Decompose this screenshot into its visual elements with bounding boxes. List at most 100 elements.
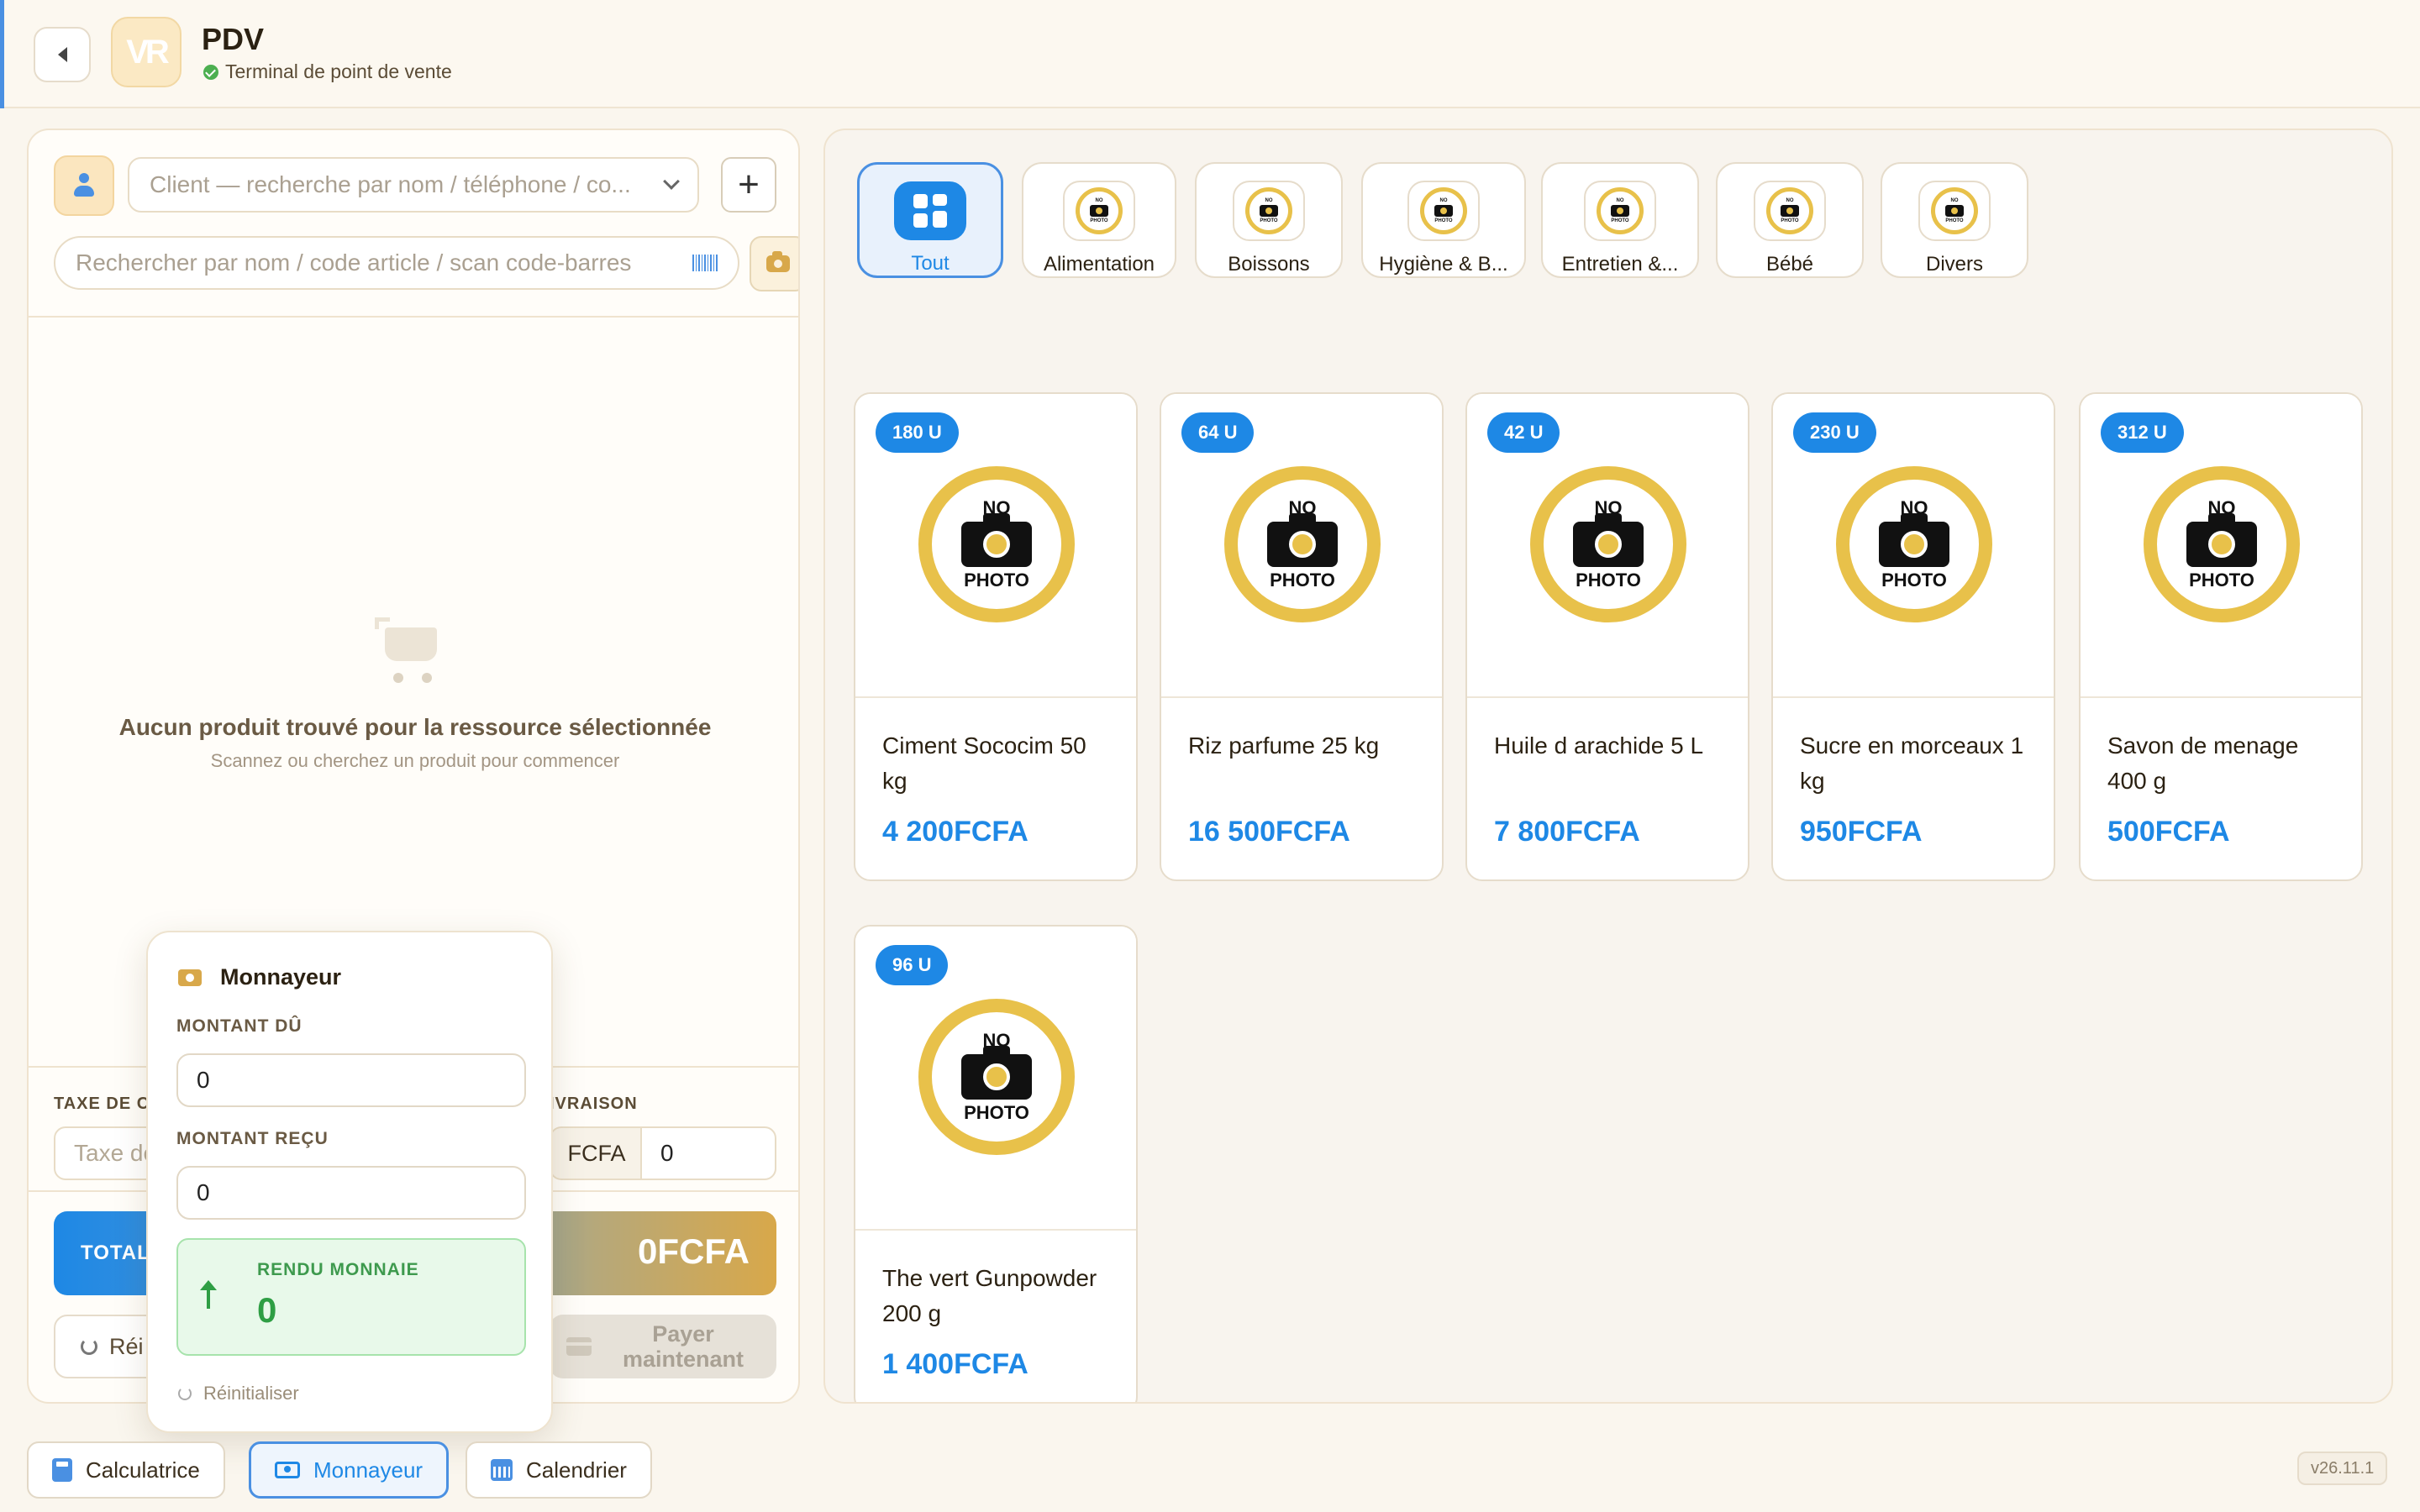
camera-scan-button[interactable]	[750, 236, 798, 291]
arrow-up-icon	[200, 1280, 217, 1309]
product-name: Savon de menage 400 g	[2107, 732, 2299, 794]
amount-due-label: MONTANT DÛ	[176, 1016, 302, 1036]
calculator-button[interactable]: Calculatrice	[27, 1441, 225, 1499]
product-card[interactable]: 96 U NO PHOTO The vert Gunpowder 200 g 1 400…	[854, 925, 1138, 1402]
grid-icon	[894, 181, 966, 240]
category-tab-label: Tout	[911, 252, 950, 275]
product-search-input[interactable]: Rechercher par nom / code article / scan…	[54, 236, 739, 290]
barcode-icon	[692, 255, 718, 271]
stock-badge: 312 U	[2101, 412, 2184, 453]
popup-reset-button[interactable]: Réinitialiser	[178, 1383, 299, 1404]
category-tab[interactable]: NO PHOTO Entretien &...	[1541, 162, 1699, 278]
product-image: 180 U NO PHOTO	[855, 394, 1136, 698]
client-select[interactable]: Client — recherche par nom / téléphone /…	[128, 157, 699, 213]
camera-icon	[766, 251, 790, 272]
category-tab[interactable]: NO PHOTO Divers	[1881, 162, 2028, 278]
search-placeholder: Rechercher par nom / code article / scan…	[76, 249, 632, 276]
person-icon	[74, 173, 94, 198]
amount-due-input[interactable]: 0	[176, 1053, 526, 1107]
pay-now-button[interactable]: Payer maintenant	[550, 1315, 776, 1378]
empty-cart-title: Aucun produit trouvé pour la ressource s…	[118, 714, 712, 740]
no-photo-badge: NO PHOTO	[1076, 187, 1123, 234]
no-photo-icon: NO PHOTO	[918, 466, 1075, 622]
refresh-icon	[81, 1338, 97, 1355]
product-price: 7 800FCFA	[1494, 816, 1640, 848]
credit-card-icon	[566, 1337, 592, 1356]
no-photo-badge: NO PHOTO	[1420, 187, 1467, 234]
tax-label: TAXE DE C	[54, 1095, 150, 1113]
category-tab[interactable]: NO PHOTO Alimentation	[1022, 162, 1176, 278]
category-tab-label: Entretien &...	[1561, 253, 1679, 276]
product-name: Riz parfume 25 kg	[1188, 732, 1380, 759]
product-price: 950FCFA	[1800, 816, 1923, 848]
product-name: The vert Gunpowder 200 g	[882, 1265, 1097, 1326]
empty-cart-icon	[373, 617, 449, 693]
product-price: 16 500FCFA	[1188, 816, 1350, 848]
total-label: TOTAL	[81, 1242, 150, 1264]
no-photo-icon: NO PHOTO	[1836, 466, 1992, 622]
change-result-value: 0	[257, 1290, 277, 1330]
product-price: 500FCFA	[2107, 816, 2230, 848]
status-ok-icon	[203, 64, 218, 80]
category-tab[interactable]: NO PHOTO Boissons	[1195, 162, 1343, 278]
product-name: Huile d arachide 5 L	[1494, 732, 1704, 759]
no-photo-icon: NO PHOTO	[2144, 466, 2300, 622]
product-image: 64 U NO PHOTO	[1161, 394, 1442, 698]
no-photo-icon: NO PHOTO	[1918, 181, 1991, 241]
client-avatar-button[interactable]	[54, 155, 114, 216]
amount-received-input[interactable]: 0	[176, 1166, 526, 1220]
category-tab[interactable]: NO PHOTO Bébé	[1716, 162, 1864, 278]
logo-text: VR	[126, 33, 170, 71]
category-tab-label: Divers	[1925, 253, 1983, 276]
app-logo: VR	[111, 17, 182, 87]
total-value: 0FCFA	[637, 1231, 750, 1271]
product-card[interactable]: 64 U NO PHOTO Riz parfume 25 kg 16 500FCFA	[1160, 392, 1444, 881]
product-card[interactable]: 180 U NO PHOTO Ciment Sococim 50 kg 4 200FCF…	[854, 392, 1138, 881]
stock-badge: 180 U	[876, 412, 959, 453]
product-card[interactable]: 230 U NO PHOTO Sucre en morceaux 1 kg 950FCF…	[1771, 392, 2055, 881]
product-image: 96 U NO PHOTO	[855, 927, 1136, 1231]
product-card[interactable]: 42 U NO PHOTO Huile d arachide 5 L 7 800FCFA	[1465, 392, 1749, 881]
version-badge: v26.11.1	[2297, 1452, 2388, 1485]
calendar-label: Calendrier	[526, 1457, 627, 1483]
no-photo-badge: NO PHOTO	[1931, 187, 1978, 234]
page-subtitle: Terminal de point de vente	[203, 60, 452, 83]
product-price: 1 400FCFA	[882, 1348, 1028, 1380]
money-icon	[178, 969, 202, 986]
client-select-placeholder: Client — recherche par nom / téléphone /…	[150, 171, 631, 197]
money-icon	[275, 1462, 300, 1478]
no-photo-icon: NO PHOTO	[1224, 466, 1381, 622]
back-button[interactable]	[34, 27, 91, 82]
calculator-icon	[52, 1458, 72, 1482]
change-result-label: RENDU MONNAIE	[257, 1260, 419, 1279]
product-card[interactable]: 312 U NO PHOTO Savon de menage 400 g 500FCFA	[2079, 392, 2363, 881]
category-tab[interactable]: NO PHOTO Hygiène & B...	[1361, 162, 1526, 278]
category-tab-label: Hygiène & B...	[1379, 253, 1508, 276]
empty-cart-subtitle: Scannez ou cherchez un produit pour comm…	[210, 750, 620, 771]
stock-badge: 42 U	[1487, 412, 1560, 453]
stock-badge: 64 U	[1181, 412, 1255, 453]
header-accent-bar	[0, 0, 4, 108]
delivery-input[interactable]: 0	[640, 1126, 776, 1180]
category-tab-label: Alimentation	[1043, 253, 1155, 276]
calendar-button[interactable]: Calendrier	[466, 1441, 652, 1499]
amount-received-label: MONTANT REÇU	[176, 1129, 329, 1148]
category-tab[interactable]: Tout	[857, 162, 1003, 278]
no-photo-badge: NO PHOTO	[1245, 187, 1292, 234]
product-name: Sucre en morceaux 1 kg	[1800, 732, 2024, 794]
page-title: PDV	[202, 22, 265, 56]
delivery-currency: FCFA	[550, 1126, 642, 1180]
no-photo-icon: NO PHOTO	[1584, 181, 1656, 241]
pay-now-label: Payer maintenant	[622, 1321, 744, 1372]
no-photo-icon: NO PHOTO	[1530, 466, 1686, 622]
refresh-icon	[178, 1387, 192, 1400]
delivery-label: IVRAISON	[550, 1095, 638, 1113]
change-calculator-button[interactable]: Monnayeur	[249, 1441, 450, 1499]
add-client-button[interactable]: +	[721, 157, 776, 213]
product-name: Ciment Sococim 50 kg	[882, 732, 1086, 794]
popup-title: Monnayeur	[220, 964, 342, 990]
product-image: 312 U NO PHOTO	[2081, 394, 2361, 698]
calendar-icon	[491, 1459, 513, 1481]
product-price: 4 200FCFA	[882, 816, 1028, 848]
change-calculator-label: Monnayeur	[313, 1457, 424, 1483]
